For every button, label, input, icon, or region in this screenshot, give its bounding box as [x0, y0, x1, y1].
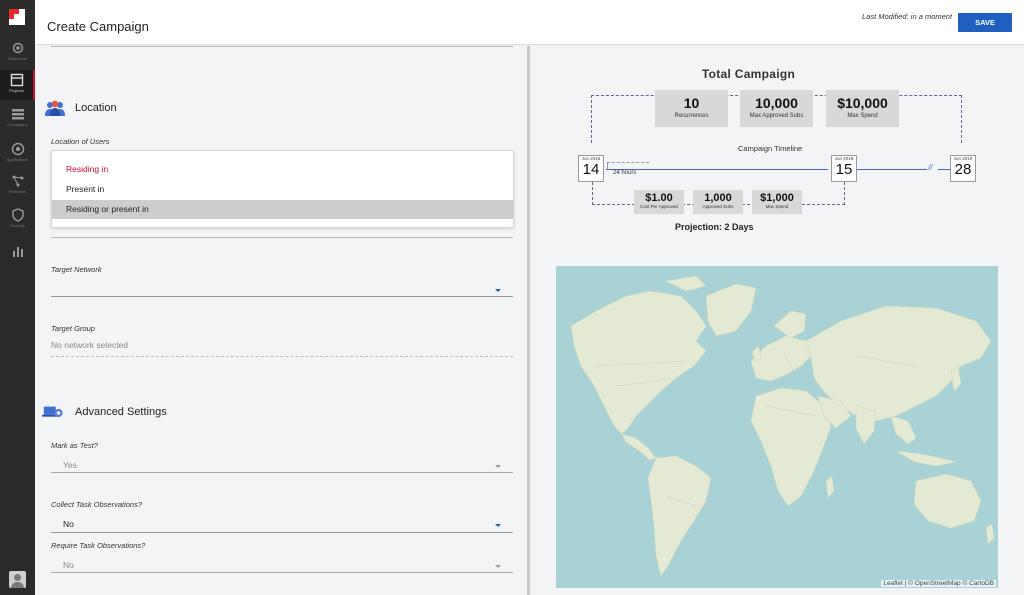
page-title: Create Campaign — [47, 19, 149, 34]
mark-as-test-label: Mark as Test? — [51, 441, 98, 450]
timeline-line — [938, 169, 950, 170]
sidebar-item-label: Applications — [6, 157, 29, 162]
projects-icon — [10, 73, 23, 87]
stat-label: Approved Subs — [702, 204, 734, 209]
advanced-settings-heading: Advanced Settings — [75, 406, 167, 418]
stat-value: 10 — [683, 95, 700, 111]
world-map-tiles — [570, 275, 995, 577]
date-recurrence: Jun 2018 15 — [831, 155, 857, 182]
sidebar-item-label: Projects — [9, 88, 24, 93]
chevron-down-icon — [495, 465, 501, 468]
sidebar-item-reports[interactable] — [0, 241, 35, 271]
require-observations-value: No — [63, 560, 74, 570]
map-attribution[interactable]: Leaflet | © OpenStreetMap © CartoDB — [881, 580, 996, 587]
target-network-select[interactable] — [51, 296, 513, 297]
network-icon — [12, 175, 23, 187]
stat-label: Cost Per Approved — [640, 204, 678, 209]
sidebar-item-projects[interactable]: Projects — [0, 70, 35, 100]
stack-icon — [11, 109, 24, 120]
campaign-form: Location Location of Users Residing in P… — [35, 46, 527, 595]
target-group-label: Target Group — [51, 324, 95, 333]
stat-value: $10,000 — [837, 95, 888, 111]
collect-observations-label: Collect Task Observations? — [51, 500, 143, 509]
stat-label: Max Spend — [765, 204, 789, 209]
dropdown-option-residing-in[interactable]: Residing in — [52, 160, 513, 179]
stat-label: Max Spend — [847, 113, 878, 119]
sidebar-item-networks[interactable]: Networks — [0, 171, 35, 201]
avatar[interactable] — [9, 571, 26, 588]
campaign-timeline-label: Campaign Timeline — [738, 144, 803, 153]
interval-label: 24 hours — [613, 170, 637, 176]
users-icon — [45, 100, 65, 116]
interval-marker — [607, 162, 649, 163]
stat-value: $1,000 — [760, 192, 794, 204]
collect-observations-value[interactable]: No — [63, 519, 74, 529]
sidebar-item-label: Security — [10, 223, 25, 228]
projection-text: Projection: 2 Days — [675, 222, 754, 232]
target-group-field — [51, 356, 513, 357]
stat-recurrences: 10 Recurrences — [655, 90, 728, 127]
collect-observations-select[interactable] — [51, 532, 513, 533]
sidebar-item-label: Campaigns — [7, 122, 28, 127]
target-icon — [11, 142, 24, 156]
stat-value: 10,000 — [755, 95, 798, 111]
location-heading: Location — [75, 102, 117, 114]
stat-approved-subs: 1,000 Approved Subs — [693, 190, 743, 214]
sidebar-item-label: Dashboard — [7, 56, 28, 61]
date-day: 14 — [582, 161, 600, 178]
require-observations-select — [51, 572, 513, 573]
timeline-line — [857, 169, 927, 170]
stat-cost-per-approved: $1.00 Cost Per Approved — [634, 190, 684, 214]
mark-as-test-select — [51, 472, 513, 473]
location-of-users-label: Location of Users — [51, 137, 110, 146]
target-group-value: No network selected — [51, 340, 129, 350]
save-button[interactable]: SAVE — [958, 13, 1012, 32]
date-day: 15 — [835, 161, 853, 178]
brand-logo[interactable] — [9, 9, 25, 25]
chevron-down-icon[interactable] — [495, 289, 501, 292]
sidebar-item-dashboard[interactable]: Dashboard — [0, 38, 35, 68]
stat-label: Max Approved Subs — [749, 113, 804, 119]
dropdown-option-present-in[interactable]: Present in — [52, 180, 513, 199]
divider — [51, 46, 513, 47]
chevron-down-icon[interactable] — [495, 524, 501, 527]
timeline-break-icon: // — [928, 163, 933, 172]
dropdown-option-residing-or-present-in[interactable]: Residing or present in — [52, 200, 513, 219]
stat-max-approved-subs: 10,000 Max Approved Subs — [740, 90, 813, 127]
stat-label: Recurrences — [674, 113, 709, 119]
target-network-label: Target Network — [51, 265, 102, 274]
interval-marker — [607, 162, 608, 169]
world-map[interactable]: Leaflet | © OpenStreetMap © CartoDB — [556, 266, 998, 588]
stat-period-max-spend: $1,000 Max Spend — [752, 190, 802, 214]
require-observations-label: Require Task Observations? — [51, 541, 146, 550]
top-bar: Create Campaign Last Modified: in a mome… — [35, 0, 1024, 45]
total-campaign-title: Total Campaign — [701, 67, 796, 81]
mark-as-test-value: Yes — [63, 460, 77, 470]
stat-value: 1,000 — [704, 192, 732, 204]
bar-chart-icon — [12, 247, 23, 257]
date-end: Jun 2018 28 — [950, 155, 976, 182]
last-modified-text: Last Modified: in a moment — [862, 12, 953, 21]
date-start: Jun 2018 14 — [578, 155, 604, 182]
divider — [51, 237, 513, 238]
camera-icon — [12, 42, 23, 54]
sidebar: Dashboard Projects Campaigns Application… — [0, 0, 35, 595]
sidebar-item-campaigns[interactable]: Campaigns — [0, 104, 35, 134]
chevron-down-icon — [495, 565, 501, 568]
sidebar-item-label: Networks — [9, 189, 26, 194]
sidebar-item-security[interactable]: Security — [0, 205, 35, 235]
stat-max-spend: $10,000 Max Spend — [826, 90, 899, 127]
settings-laptop-icon — [42, 406, 63, 418]
date-day: 28 — [954, 161, 972, 178]
shield-icon — [11, 208, 24, 222]
sidebar-item-applications[interactable]: Applications — [0, 139, 35, 169]
location-dropdown[interactable]: Residing in Present in Residing or prese… — [51, 150, 514, 228]
stat-value: $1.00 — [645, 192, 673, 204]
timeline-line — [606, 169, 828, 170]
